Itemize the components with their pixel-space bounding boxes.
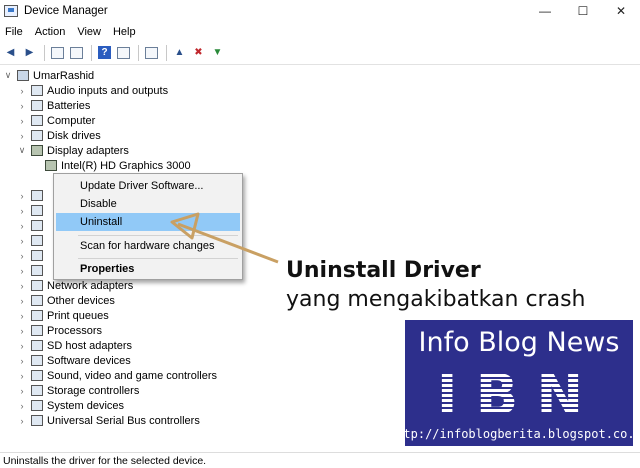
blog-logo: Info Blog News IBN http://infoblogberita… [388,320,640,446]
annotation-line-1: Uninstall Driver [286,258,481,283]
status-bar: Uninstalls the driver for the selected d… [0,452,640,468]
logo-url: http://infoblogberita.blogspot.co.id [388,427,640,441]
logo-mark: IBN [411,363,627,428]
logo-title: Info Blog News [418,326,620,358]
annotation-text: Uninstall Driver yang mengakibatkan cras… [286,256,585,314]
annotation-line-2: yang mengakibatkan crash [286,287,586,312]
